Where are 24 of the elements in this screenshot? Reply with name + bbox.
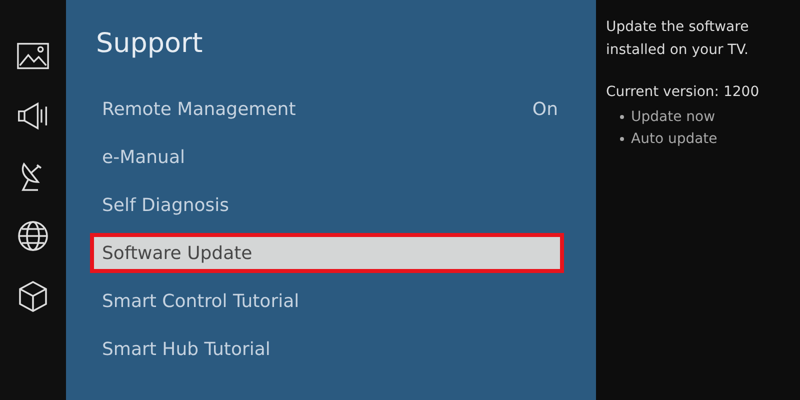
option-text: Auto update [631,130,718,149]
speaker-icon[interactable] [17,100,49,132]
menu-item[interactable]: Smart Hub Tutorial [96,329,566,369]
menu-item-label: Software Update [102,242,252,264]
menu-item-value: On [532,98,559,120]
menu-item[interactable]: Software Update [90,233,564,273]
menu-item-label: Smart Hub Tutorial [102,338,270,360]
option-text: Update now [631,108,716,127]
globe-icon[interactable] [17,220,49,252]
picture-icon[interactable] [17,40,49,72]
menu-item[interactable]: e-Manual [96,137,566,177]
menu-item-label: Self Diagnosis [102,194,230,216]
menu-item[interactable]: Remote Management On [96,89,566,129]
menu-item[interactable]: Smart Control Tutorial [96,281,566,321]
bullet-icon [620,137,624,141]
cube-icon[interactable] [17,280,49,312]
menu-title: Support [96,28,204,59]
menu-item-label: e-Manual [102,146,185,168]
menu-item-label: Remote Management [102,98,296,120]
version-text: Current version: 1200 [606,84,760,100]
menu-item[interactable]: Self Diagnosis [96,185,566,225]
bullet-icon [620,115,624,119]
menu-item-label: Smart Control Tutorial [102,290,300,312]
description-text: Update the software installed on your TV. [606,18,750,60]
